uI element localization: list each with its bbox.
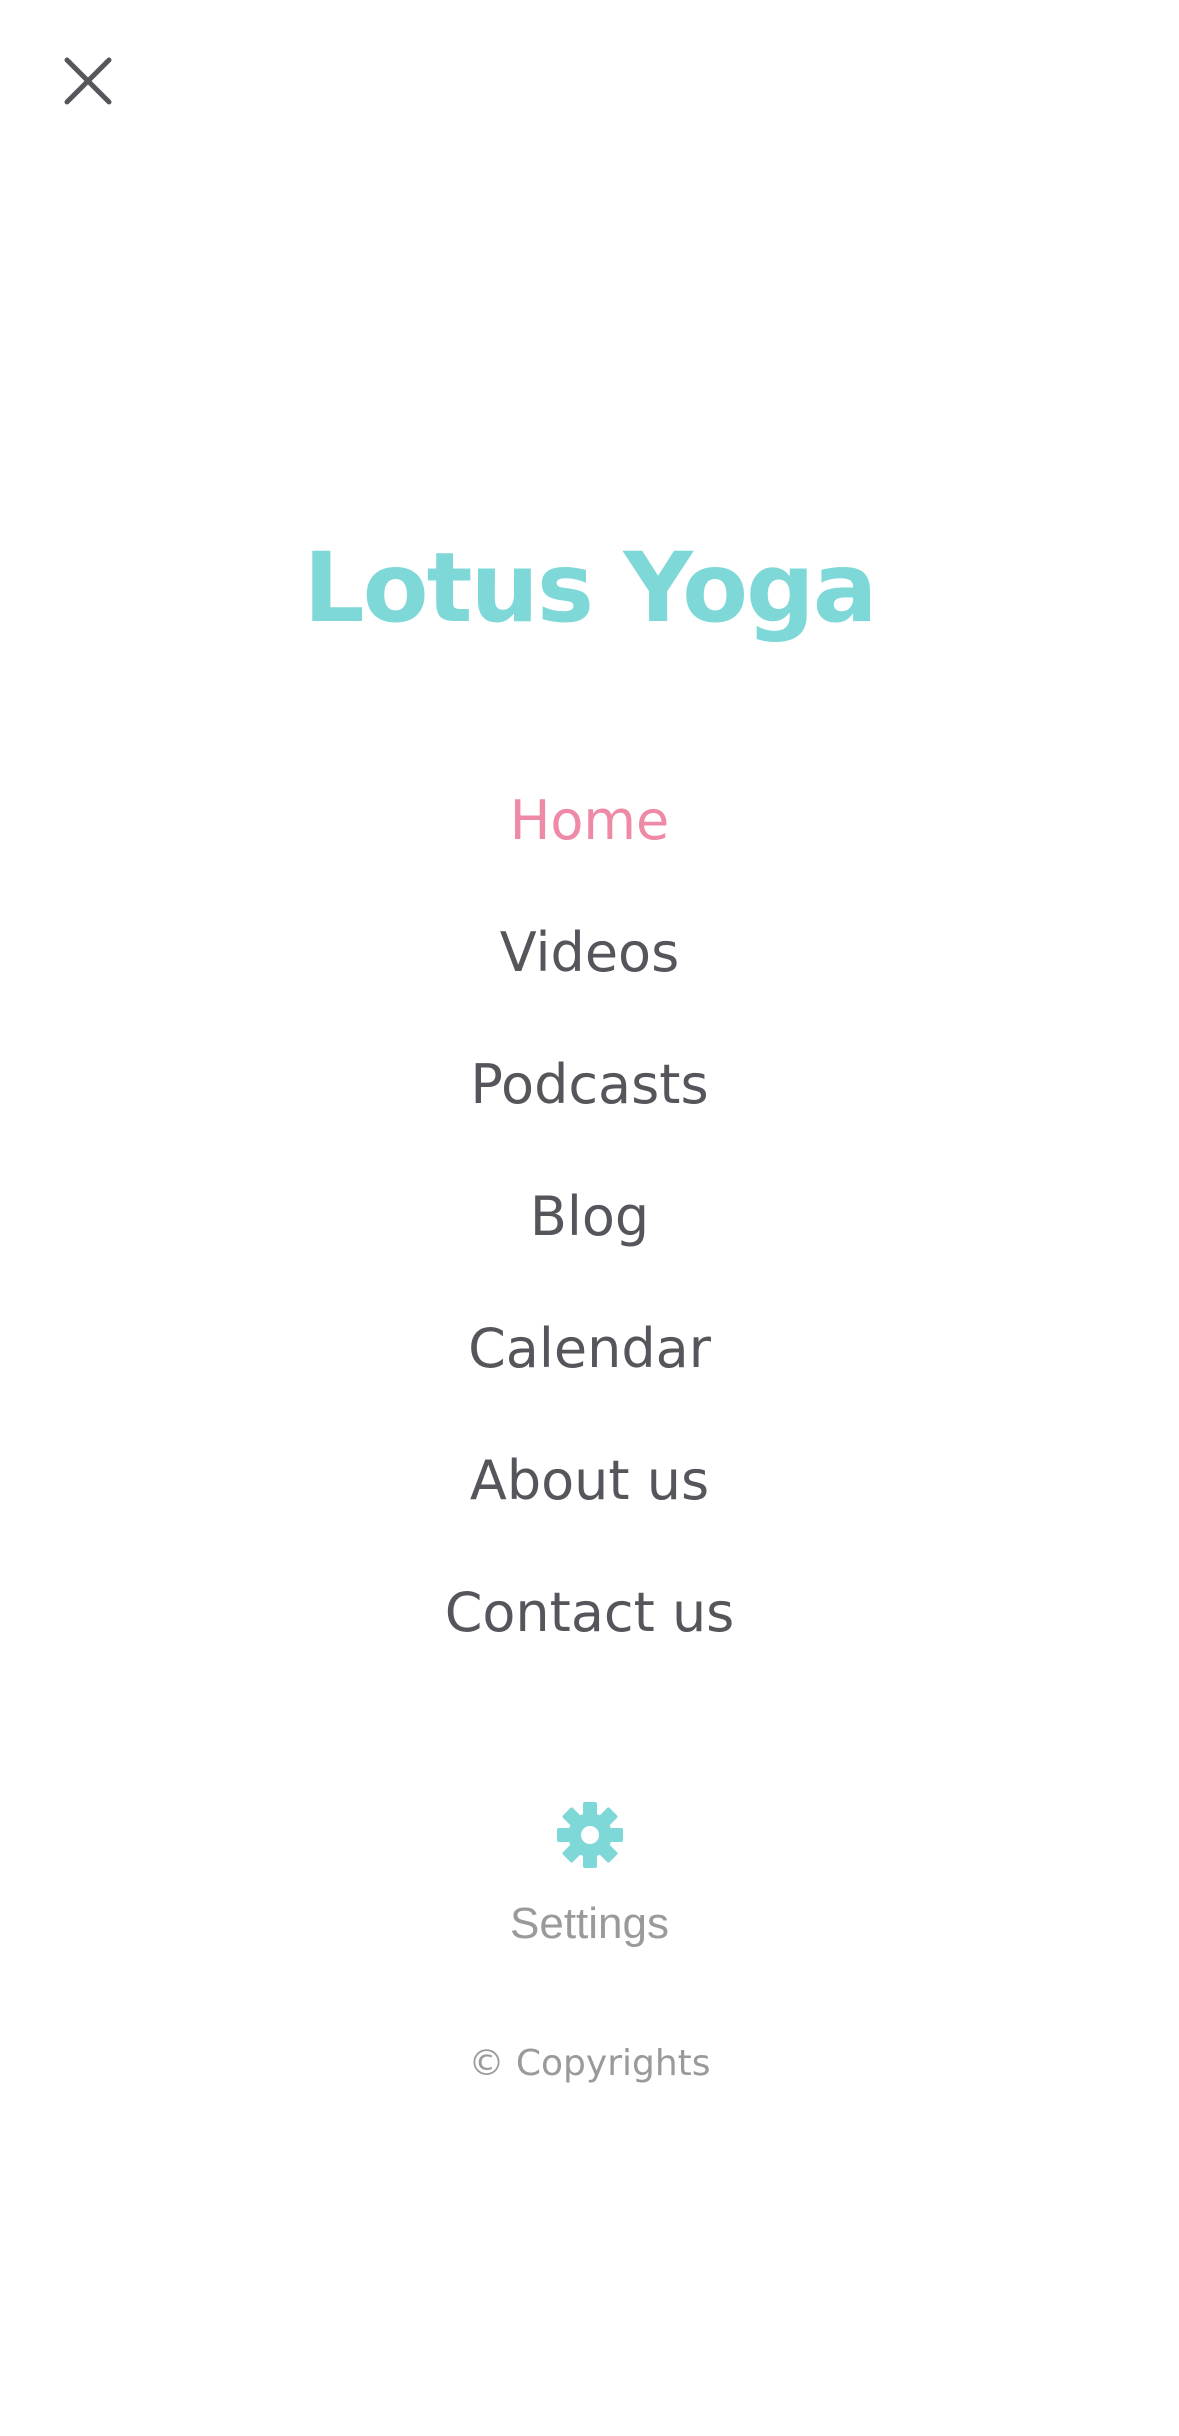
- nav-item-videos[interactable]: Videos: [0, 907, 1179, 1039]
- copyright-text: © Copyrights: [468, 2043, 711, 2084]
- nav-item-label: Calendar: [468, 1317, 711, 1380]
- nav-item-label: Blog: [529, 1185, 650, 1248]
- nav-item-contact-us[interactable]: Contact us: [0, 1567, 1179, 1699]
- main-nav: Home Videos Podcasts Blog Calendar About…: [0, 775, 1179, 1699]
- nav-item-home[interactable]: Home: [0, 775, 1179, 907]
- brand-logo-text: Lotus Yoga: [303, 532, 877, 644]
- nav-item-label: Podcasts: [470, 1053, 709, 1116]
- settings-button[interactable]: Settings: [0, 1800, 1179, 1952]
- nav-item-about-us[interactable]: About us: [0, 1435, 1179, 1567]
- nav-item-label: Contact us: [444, 1581, 735, 1644]
- nav-item-label: Videos: [499, 921, 680, 984]
- close-icon: [64, 57, 112, 105]
- nav-item-calendar[interactable]: Calendar: [0, 1303, 1179, 1435]
- close-button[interactable]: [52, 45, 124, 117]
- nav-item-blog[interactable]: Blog: [0, 1171, 1179, 1303]
- gear-icon: [0, 1800, 1179, 1874]
- settings-label: Settings: [510, 1899, 669, 1948]
- nav-item-podcasts[interactable]: Podcasts: [0, 1039, 1179, 1171]
- nav-item-label: About us: [469, 1449, 710, 1512]
- nav-item-label: Home: [509, 789, 670, 852]
